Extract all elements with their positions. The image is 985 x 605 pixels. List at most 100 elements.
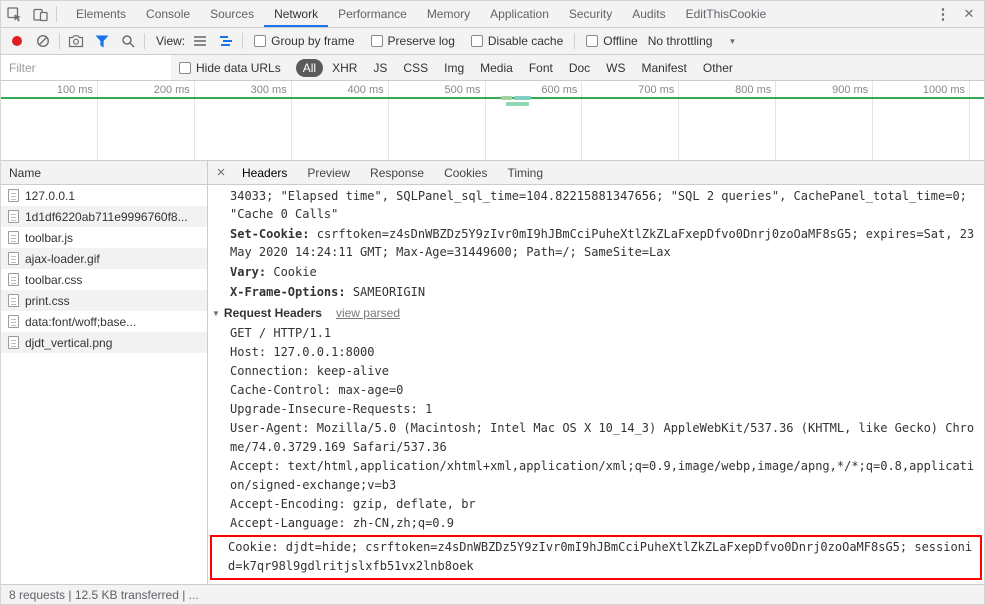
close-devtools-icon[interactable]: ✕ — [956, 1, 982, 27]
request-header-line: Upgrade-Insecure-Requests: 1 — [230, 402, 433, 416]
offline-checkbox[interactable]: Offline — [586, 34, 638, 48]
tab-security[interactable]: Security — [559, 1, 622, 27]
detail-tab-preview[interactable]: Preview — [297, 161, 360, 184]
header-name: X-Frame-Options: — [230, 285, 346, 299]
checkbox-box — [586, 35, 599, 47]
filter-type-other[interactable]: Other — [696, 59, 740, 77]
search-icon[interactable] — [115, 28, 141, 54]
request-row[interactable]: data:font/woff;base... — [1, 311, 207, 332]
tab-console[interactable]: Console — [136, 1, 200, 27]
filter-type-css[interactable]: CSS — [396, 59, 435, 77]
filter-type-manifest[interactable]: Manifest — [635, 59, 694, 77]
filter-input[interactable] — [1, 55, 171, 80]
overview-view-icon[interactable] — [213, 28, 239, 54]
tab-memory[interactable]: Memory — [417, 1, 480, 27]
filter-type-media[interactable]: Media — [473, 59, 520, 77]
header-name: Set-Cookie: — [230, 227, 310, 241]
record-icon — [12, 36, 22, 46]
timeline-tick: 700 ms — [582, 81, 680, 160]
filter-type-xhr[interactable]: XHR — [325, 59, 364, 77]
chevron-down-icon: ▼ — [728, 36, 737, 46]
disclosure-triangle-icon[interactable]: ▼ — [212, 309, 220, 318]
request-header-line: Accept-Encoding: gzip, deflate, br — [230, 497, 476, 511]
filter-type-font[interactable]: Font — [522, 59, 560, 77]
more-options-icon[interactable]: ⋮ — [930, 1, 956, 27]
timeline-tick-label: 1000 ms — [922, 84, 966, 96]
throttling-select[interactable]: No throttling ▼ — [648, 34, 737, 48]
timeline-tick: 600 ms — [486, 81, 583, 160]
overview-request-mark — [506, 102, 530, 106]
detail-tab-cookies[interactable]: Cookies — [434, 161, 497, 184]
tab-audits[interactable]: Audits — [622, 1, 675, 27]
devtools-tabbar: Elements Console Sources Network Performance… — [1, 1, 984, 28]
request-row[interactable]: print.css — [1, 290, 207, 311]
request-name: toolbar.js — [25, 230, 74, 245]
timeline-tick: 800 ms — [679, 81, 777, 160]
request-row[interactable]: 127.0.0.1 — [1, 185, 207, 206]
detail-tab-response[interactable]: Response — [360, 161, 434, 184]
tab-elements[interactable]: Elements — [66, 1, 136, 27]
response-header-line: X-Frame-Options: SAMEORIGIN — [230, 283, 976, 301]
request-details-panel: × Headers Preview Response Cookies Timing 34… — [208, 161, 984, 584]
request-row[interactable]: toolbar.js — [1, 227, 207, 248]
record-button[interactable] — [4, 28, 30, 54]
filter-type-all[interactable]: All — [295, 58, 324, 77]
filter-icon[interactable] — [89, 28, 115, 54]
capture-screenshots-icon[interactable] — [63, 28, 89, 54]
tab-sources[interactable]: Sources — [200, 1, 264, 27]
stylesheet-icon — [8, 273, 19, 286]
header-value: 34033; "Elapsed time", SQLPanel_sql_time… — [230, 189, 967, 221]
inspect-element-icon[interactable] — [1, 1, 27, 27]
filter-type-doc[interactable]: Doc — [562, 59, 597, 77]
header-value: SAMEORIGIN — [352, 285, 426, 299]
request-row[interactable]: toolbar.css — [1, 269, 207, 290]
timeline-tick-label: 800 ms — [735, 84, 772, 96]
disable-cache-checkbox[interactable]: Disable cache — [470, 34, 563, 48]
throttling-value: No throttling — [647, 34, 713, 48]
status-bar: 8 requests | 12.5 KB transferred | ... — [1, 584, 984, 604]
timeline-tick-label: 900 ms — [832, 84, 869, 96]
timeline-tick-label: 400 ms — [347, 84, 384, 96]
group-by-frame-checkbox[interactable]: Group by frame — [254, 34, 355, 48]
checkbox-box — [254, 35, 267, 47]
xhr-icon — [8, 210, 19, 223]
request-header-line: Host: 127.0.0.1:8000 — [230, 345, 375, 359]
panel-tabs: Elements Console Sources Network Performance… — [66, 1, 776, 27]
tab-network[interactable]: Network — [264, 1, 328, 27]
list-view-icon[interactable] — [187, 28, 213, 54]
timeline-tick-label: 600 ms — [541, 84, 578, 96]
tab-application[interactable]: Application — [480, 1, 559, 27]
header-value: csrftoken=z4sDnWBZDz5Y9zIvr0mI9hJBmCciPu… — [230, 227, 975, 259]
section-title: Request Headers — [223, 306, 322, 320]
detail-tabs-host: Headers Preview Response Cookies Timing — [232, 161, 553, 184]
tabbar-actions: ⋮ ✕ — [930, 1, 982, 27]
request-row[interactable]: 1d1df6220ab711e9996760f8... — [1, 206, 207, 227]
timeline-ruler: 100 ms 200 ms 300 ms 400 ms 500 ms 600 ms 700 … — [1, 81, 984, 160]
detail-tab-headers[interactable]: Headers — [232, 161, 297, 184]
view-label: View: — [156, 34, 186, 48]
tab-editthiscookie[interactable]: EditThisCookie — [676, 1, 777, 27]
image-icon — [8, 336, 19, 349]
view-parsed-link[interactable]: view parsed — [336, 306, 400, 320]
filter-bar: Hide data URLs AllXHRJSCSSImgMediaFontDo… — [1, 55, 984, 81]
timeline-tick-label: 300 ms — [250, 84, 287, 96]
filter-type-js[interactable]: JS — [366, 59, 394, 77]
filter-type-ws[interactable]: WS — [599, 59, 632, 77]
tab-performance[interactable]: Performance — [328, 1, 417, 27]
name-column-header[interactable]: Name — [1, 161, 207, 185]
devtools-window: Elements Console Sources Network Performance… — [0, 0, 985, 605]
clear-button[interactable] — [30, 28, 56, 54]
filter-type-img[interactable]: Img — [437, 59, 471, 77]
timeline-tick: 500 ms — [389, 81, 486, 160]
network-overview[interactable]: 100 ms 200 ms 300 ms 400 ms 500 ms 600 ms 700 … — [1, 81, 984, 161]
divider — [59, 33, 60, 49]
preserve-log-checkbox[interactable]: Preserve log — [370, 34, 455, 48]
timeline-tick: 300 ms — [195, 81, 292, 160]
hide-data-urls-checkbox[interactable]: Hide data URLs — [179, 61, 281, 75]
device-toolbar-icon[interactable] — [27, 1, 53, 27]
request-row[interactable]: djdt_vertical.png — [1, 332, 207, 353]
detail-tab-timing[interactable]: Timing — [497, 161, 553, 184]
request-name: data:font/woff;base... — [25, 314, 137, 329]
request-row[interactable]: ajax-loader.gif — [1, 248, 207, 269]
close-details-icon[interactable]: × — [210, 164, 232, 181]
